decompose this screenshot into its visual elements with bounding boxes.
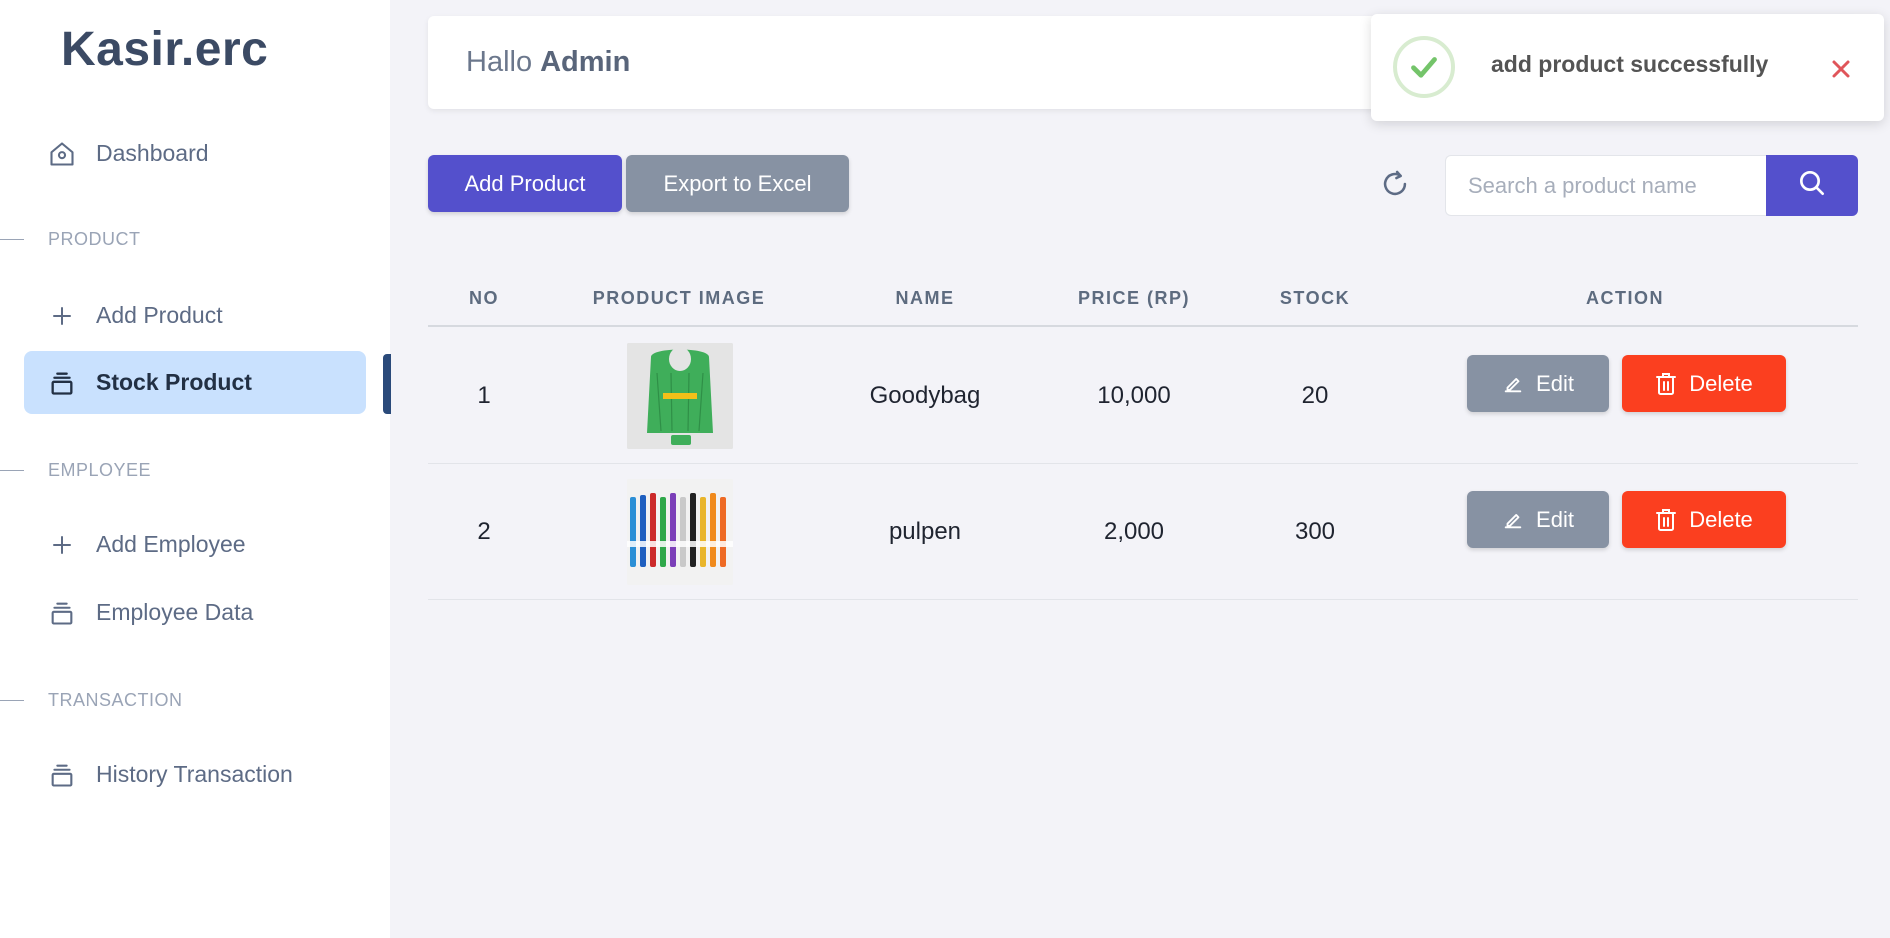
- toast-message: add product successfully: [1491, 51, 1769, 77]
- sidebar-item-dashboard[interactable]: Dashboard: [24, 122, 366, 185]
- search-icon: [1796, 167, 1828, 204]
- trash-icon: [1655, 372, 1677, 396]
- success-check-icon: [1393, 36, 1455, 98]
- sidebar-item-stock-product[interactable]: Stock Product: [24, 351, 366, 414]
- cell-name: pulpen: [888, 518, 962, 545]
- sidebar-item-add-employee[interactable]: Add Employee: [24, 513, 366, 576]
- user-name: Admin: [540, 46, 631, 78]
- sidebar-item-history-transaction[interactable]: History Transaction: [24, 743, 366, 806]
- home-icon: [48, 140, 76, 168]
- pencil-icon: [1502, 509, 1524, 531]
- cell-stock: 300: [1294, 518, 1336, 545]
- cell-stock: 20: [1301, 382, 1329, 409]
- column-header-product-image: PRODUCT IMAGE: [592, 288, 766, 308]
- cell-no: 2: [477, 518, 491, 545]
- column-header-no: NO: [469, 288, 499, 308]
- product-image-goodybag: [627, 343, 733, 449]
- plus-icon: [48, 531, 76, 559]
- greeting-text: Hallo: [466, 46, 533, 78]
- search-button[interactable]: [1766, 155, 1858, 216]
- section-employee: EMPLOYEE: [0, 458, 151, 482]
- column-header-action: ACTION: [1586, 288, 1664, 308]
- stack-icon: [48, 599, 76, 627]
- section-transaction: TRANSACTION: [0, 688, 183, 712]
- brand-logo: Kasir.erc: [61, 23, 269, 76]
- delete-button[interactable]: Delete: [1622, 491, 1786, 548]
- sidebar-item-label: Add Employee: [96, 531, 246, 557]
- row-divider: [428, 599, 1858, 600]
- sidebar-item-add-product[interactable]: Add Product: [24, 284, 366, 347]
- trash-icon: [1655, 508, 1677, 532]
- section-product: PRODUCT: [0, 227, 141, 251]
- stack-icon: [48, 761, 76, 789]
- sidebar-item-label: Stock Product: [96, 369, 252, 395]
- stack-icon: [48, 369, 76, 397]
- pencil-icon: [1502, 373, 1524, 395]
- export-excel-button[interactable]: Export to Excel: [626, 155, 849, 212]
- sidebar-item-label: Add Product: [96, 302, 223, 328]
- plus-icon: [48, 302, 76, 330]
- section-divider: [0, 469, 24, 471]
- delete-label: Delete: [1689, 506, 1753, 532]
- edit-label: Edit: [1536, 370, 1574, 396]
- delete-label: Delete: [1689, 370, 1753, 396]
- product-image-pulpen: [627, 479, 733, 585]
- section-divider: [0, 238, 24, 240]
- sidebar: Kasir.erc Dashboard PRODUCT Add Product …: [0, 0, 391, 938]
- sidebar-item-label: Employee Data: [96, 599, 254, 625]
- sidebar-item-label: Dashboard: [96, 140, 209, 166]
- cell-price: 10,000: [1097, 382, 1171, 409]
- section-label: PRODUCT: [48, 228, 141, 249]
- cell-no: 1: [477, 382, 491, 409]
- column-header-name: NAME: [895, 288, 955, 308]
- edit-button[interactable]: Edit: [1467, 355, 1609, 412]
- column-header-stock: STOCK: [1279, 288, 1351, 308]
- edit-label: Edit: [1536, 506, 1574, 532]
- table-header-divider: [428, 325, 1858, 327]
- close-icon[interactable]: [1826, 54, 1856, 84]
- sidebar-item-label: History Transaction: [96, 761, 293, 787]
- column-header-price: PRICE (RP): [1077, 288, 1190, 308]
- section-label: EMPLOYEE: [48, 459, 152, 480]
- success-toast: add product successfully: [1371, 14, 1884, 121]
- refresh-icon[interactable]: [1378, 167, 1412, 201]
- cell-price: 2,000: [1103, 518, 1165, 545]
- add-product-button[interactable]: Add Product: [428, 155, 622, 212]
- sidebar-item-employee-data[interactable]: Employee Data: [24, 581, 366, 644]
- active-indicator: [383, 354, 391, 414]
- section-label: TRANSACTION: [48, 689, 183, 710]
- edit-button[interactable]: Edit: [1467, 491, 1609, 548]
- search-input[interactable]: [1445, 155, 1767, 216]
- section-divider: [0, 699, 24, 701]
- cell-name: Goodybag: [869, 382, 981, 409]
- delete-button[interactable]: Delete: [1622, 355, 1786, 412]
- row-divider: [428, 463, 1858, 464]
